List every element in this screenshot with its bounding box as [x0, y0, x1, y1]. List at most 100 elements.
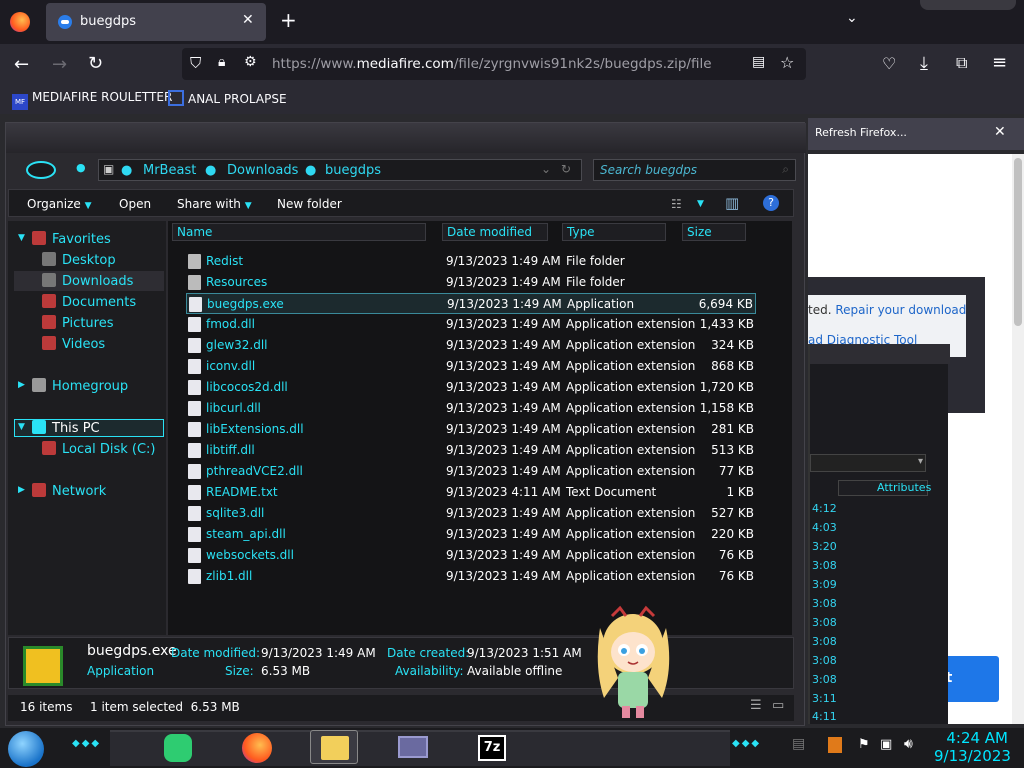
- breadcrumb-downloads[interactable]: Downloads: [227, 163, 298, 178]
- column-date-header[interactable]: Date modified: [442, 223, 548, 241]
- firefox-logo-icon[interactable]: [10, 12, 30, 32]
- repair-download-link[interactable]: Repair your download: [835, 303, 966, 317]
- url-text[interactable]: https://www.mediafire.com/file/zyrgnvwis…: [272, 56, 712, 72]
- new-tab-icon[interactable]: +: [280, 8, 297, 32]
- table-row[interactable]: Resources 9/13/2023 1:49 AM File folder: [186, 272, 756, 293]
- table-row[interactable]: README.txt 9/13/2023 4:11 AM Text Document…: [186, 482, 756, 503]
- history-dot-icon[interactable]: ●: [76, 161, 86, 174]
- taskbar-app-notes[interactable]: [156, 730, 204, 764]
- organize-button[interactable]: Organize ▼: [27, 197, 92, 211]
- table-row[interactable]: libtiff.dll 9/13/2023 1:49 AM Application …: [186, 440, 756, 461]
- sidebar-item-this-pc[interactable]: This PC: [32, 420, 100, 436]
- network-tray-icon[interactable]: ▣: [880, 737, 892, 752]
- help-icon[interactable]: ?: [763, 195, 779, 211]
- menu-icon[interactable]: ≡: [992, 52, 1007, 73]
- search-input[interactable]: Search buegdps: [600, 163, 697, 177]
- taskbar-app-window[interactable]: [390, 730, 438, 764]
- chevron-down-icon[interactable]: ▼: [697, 199, 704, 209]
- sidebar-item-pictures[interactable]: Pictures: [42, 315, 113, 331]
- system-clock[interactable]: 4:24 AM 9/13/2023: [934, 729, 1011, 765]
- file-date: 9/13/2023 1:49 AM: [446, 464, 561, 478]
- star-butterfly-sticker[interactable]: [590, 598, 676, 722]
- availability-value: Available offline: [467, 664, 563, 678]
- close-icon[interactable]: ✕: [994, 124, 1006, 140]
- reload-icon[interactable]: ↻: [88, 53, 103, 74]
- bookmark-anal-prolapse[interactable]: ANAL PROLAPSE: [168, 90, 287, 106]
- close-tab-icon[interactable]: ✕: [242, 12, 254, 28]
- details-view-icon[interactable]: ☰: [750, 698, 762, 713]
- table-row[interactable]: pthreadVCE2.dll 9/13/2023 1:49 AM Applicat…: [186, 461, 756, 482]
- bookmark-mediafire-rouletter[interactable]: MF MEDIAFIRE ROULETTER: [12, 90, 172, 110]
- page-scrollbar[interactable]: [1012, 154, 1024, 724]
- new-folder-button[interactable]: New folder: [277, 197, 342, 211]
- refresh-icon[interactable]: ↻: [561, 162, 571, 176]
- download-icon[interactable]: ⤓: [920, 53, 928, 74]
- expand-arrow-icon[interactable]: ▶: [18, 380, 25, 390]
- address-bar[interactable]: ▣ ● MrBeast ● Downloads ● buegdps ⌄ ↻: [98, 159, 582, 181]
- table-row[interactable]: websockets.dll 9/13/2023 1:49 AM Applicati…: [186, 545, 756, 566]
- search-icon[interactable]: ⌕: [782, 162, 789, 177]
- tray-app-icon[interactable]: [828, 737, 842, 753]
- extensions-icon[interactable]: ⧉: [956, 53, 967, 73]
- sidebar-item-videos[interactable]: Videos: [42, 336, 105, 352]
- table-row[interactable]: glew32.dll 9/13/2023 1:49 AM Application e…: [186, 335, 756, 356]
- notification-text[interactable]: Refresh Firefox...: [815, 126, 907, 139]
- table-row[interactable]: zlib1.dll 9/13/2023 1:49 AM Application ex…: [186, 566, 756, 587]
- back-orb-icon[interactable]: [26, 161, 56, 179]
- table-row[interactable]: buegdps.exe 9/13/2023 1:49 AM Application 6…: [186, 293, 756, 314]
- expand-arrow-icon[interactable]: ▼: [18, 422, 25, 432]
- back-arrow-icon[interactable]: ←: [14, 54, 29, 75]
- view-options-icon[interactable]: ☷: [671, 197, 682, 211]
- table-row[interactable]: Redist 9/13/2023 1:49 AM File folder: [186, 251, 756, 272]
- permissions-icon[interactable]: ⚙: [244, 54, 257, 70]
- column-name-header[interactable]: Name: [172, 223, 426, 241]
- sidebar-item-homegroup[interactable]: Homegroup: [32, 378, 128, 394]
- browser-tab[interactable]: buegdps ✕: [46, 3, 266, 41]
- scrollbar-thumb[interactable]: [1014, 158, 1022, 326]
- table-row[interactable]: fmod.dll 9/13/2023 1:49 AM Application ext…: [186, 314, 756, 335]
- shield-icon[interactable]: ⛉: [190, 54, 201, 72]
- show-hidden-icons-icon[interactable]: ▤: [792, 736, 805, 752]
- expand-arrow-icon[interactable]: ▶: [18, 485, 25, 495]
- reader-view-icon[interactable]: ▤: [752, 54, 765, 70]
- sidebar-item-documents[interactable]: Documents: [42, 294, 136, 310]
- sidebar-item-downloads[interactable]: Downloads: [42, 273, 133, 289]
- breadcrumb-mrbeast[interactable]: MrBeast: [143, 163, 196, 178]
- bookmark-star-icon[interactable]: ☆: [780, 53, 794, 72]
- expand-arrow-icon[interactable]: ▼: [18, 233, 25, 243]
- lock-icon[interactable]: 🔒︎: [218, 54, 225, 70]
- flag-icon[interactable]: ⚑: [858, 737, 870, 752]
- column-size-header[interactable]: Size: [682, 223, 746, 241]
- taskbar-app-7zip[interactable]: 7z: [468, 730, 516, 764]
- table-row[interactable]: libcurl.dll 9/13/2023 1:49 AM Application …: [186, 398, 756, 419]
- table-row[interactable]: libExtensions.dll 9/13/2023 1:49 AM Applic…: [186, 419, 756, 440]
- chevron-down-icon[interactable]: ⌄: [541, 162, 551, 176]
- share-with-button[interactable]: Share with ▼: [177, 197, 252, 211]
- pocket-icon[interactable]: ♡: [882, 54, 896, 73]
- dropdown[interactable]: ▾: [810, 454, 926, 472]
- table-row[interactable]: libcocos2d.dll 9/13/2023 1:49 AM Applicati…: [186, 377, 756, 398]
- taskbar-app-explorer[interactable]: [310, 730, 358, 764]
- attributes-header[interactable]: Attributes: [838, 480, 931, 496]
- url-bar[interactable]: ⛉ 🔒︎ ⚙ https://www.mediafire.com/file/zy…: [182, 48, 806, 80]
- column-type-header[interactable]: Type: [562, 223, 666, 241]
- breadcrumb-buegdps[interactable]: buegdps: [325, 163, 381, 178]
- sidebar-item-local-disk[interactable]: Local Disk (C:): [42, 441, 155, 457]
- taskbar-app-firefox[interactable]: [236, 730, 284, 764]
- start-button[interactable]: [8, 731, 44, 767]
- file-icon: [188, 317, 201, 332]
- sidebar-item-favorites[interactable]: Favorites: [32, 231, 111, 247]
- open-button[interactable]: Open: [119, 197, 151, 211]
- table-row[interactable]: sqlite3.dll 9/13/2023 1:49 AM Application …: [186, 503, 756, 524]
- table-row[interactable]: iconv.dll 9/13/2023 1:49 AM Application ex…: [186, 356, 756, 377]
- search-box[interactable]: Search buegdps ⌕: [593, 159, 796, 181]
- volume-icon[interactable]: 🔊︎: [904, 736, 913, 752]
- sidebar-item-desktop[interactable]: Desktop: [42, 252, 116, 268]
- time-cell: 3:08: [812, 654, 837, 667]
- large-icons-view-icon[interactable]: ▭: [772, 698, 784, 713]
- forward-arrow-icon[interactable]: →: [52, 54, 67, 75]
- sidebar-item-network[interactable]: Network: [32, 483, 106, 499]
- preview-pane-icon[interactable]: ▥: [725, 194, 739, 212]
- chevron-down-icon[interactable]: ⌄: [846, 10, 858, 26]
- table-row[interactable]: steam_api.dll 9/13/2023 1:49 AM Applicatio…: [186, 524, 756, 545]
